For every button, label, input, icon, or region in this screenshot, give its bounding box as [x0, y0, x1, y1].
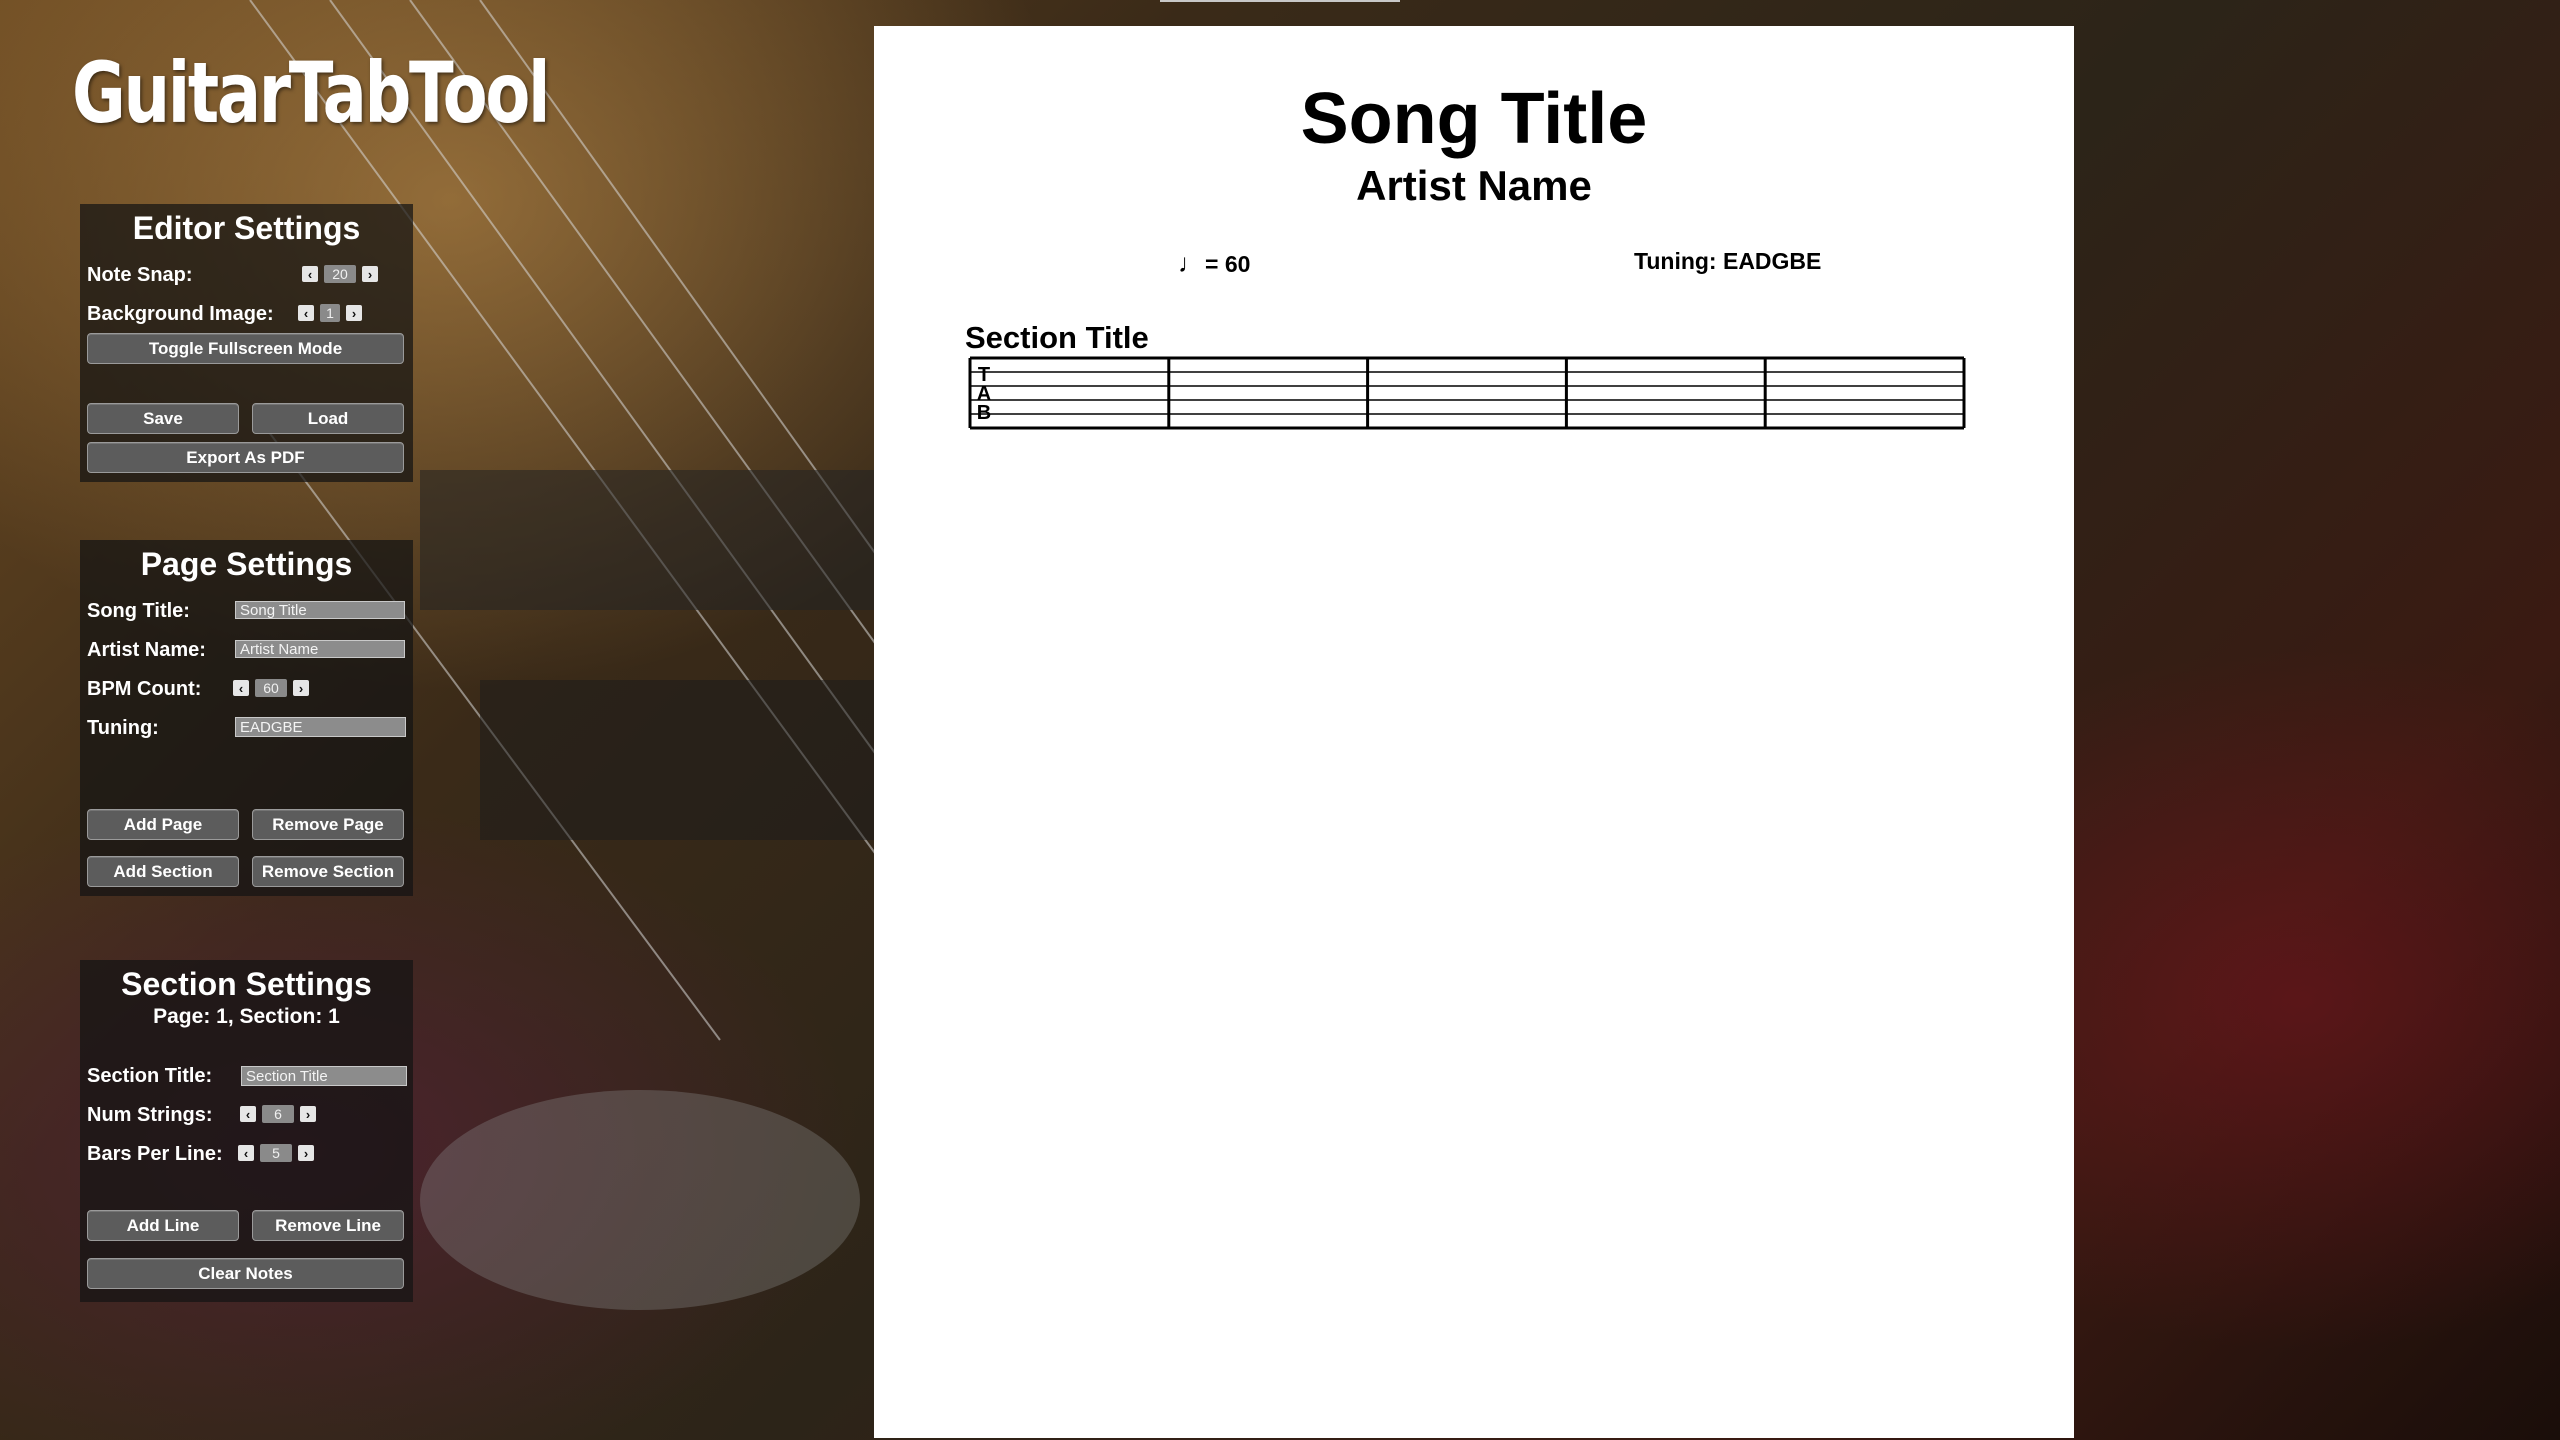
- bars-per-line-decrement-button[interactable]: ‹: [238, 1145, 254, 1161]
- section-title-label: Section Title:: [87, 1064, 213, 1087]
- section-title-input[interactable]: [241, 1066, 407, 1086]
- bpm-increment-button[interactable]: ›: [293, 680, 309, 696]
- background-image-value[interactable]: 1: [320, 304, 340, 322]
- bpm-value[interactable]: 60: [255, 679, 287, 697]
- editor-settings-title: Editor Settings: [132, 210, 361, 246]
- app-logo: GuitarTabTool: [72, 44, 550, 142]
- chevron-left-icon: ‹: [243, 1145, 249, 1161]
- bars-per-line-label: Bars Per Line:: [87, 1142, 223, 1165]
- note-snap-label: Note Snap:: [87, 263, 193, 286]
- top-tab-indicator: [1160, 0, 1400, 2]
- page-settings-title: Page Settings: [140, 546, 353, 582]
- section-settings-panel: Section Settings Page: 1, Section: 1 Sec…: [80, 960, 413, 1302]
- chevron-right-icon: ›: [305, 1106, 311, 1122]
- sheet-song-title: Song Title: [1300, 79, 1648, 159]
- bars-per-line-increment-button[interactable]: ›: [298, 1145, 314, 1161]
- num-strings-label: Num Strings:: [87, 1103, 213, 1126]
- artist-name-input[interactable]: [235, 640, 405, 658]
- remove-section-button[interactable]: Remove Section: [252, 856, 404, 887]
- chevron-left-icon: ‹: [245, 1106, 251, 1122]
- note-snap-decrement-button[interactable]: ‹: [302, 266, 318, 282]
- background-image-stepper: ‹ 1 ›: [298, 304, 362, 322]
- note-snap-increment-button[interactable]: ›: [362, 266, 378, 282]
- note-snap-stepper: ‹ 20 ›: [302, 265, 378, 283]
- bpm-decrement-button[interactable]: ‹: [233, 680, 249, 696]
- clear-notes-button[interactable]: Clear Notes: [87, 1258, 404, 1289]
- song-title-label: Song Title:: [87, 599, 190, 622]
- background-image-decrement-button[interactable]: ‹: [298, 305, 314, 321]
- tab-sheet-page[interactable]: Song Title Artist Name ♩ = 60 Tuning: EA…: [874, 26, 2074, 1438]
- editor-settings-panel: Editor Settings Note Snap: ‹ 20 › Backgr…: [80, 204, 413, 482]
- num-strings-stepper: ‹ 6 ›: [240, 1105, 316, 1123]
- tab-staff[interactable]: TAB: [964, 346, 1974, 442]
- sheet-tempo: ♩ = 60: [1178, 248, 1250, 279]
- add-page-button[interactable]: Add Page: [87, 809, 239, 840]
- artist-name-label: Artist Name:: [87, 638, 206, 661]
- chevron-right-icon: ›: [367, 266, 373, 282]
- num-strings-increment-button[interactable]: ›: [300, 1106, 316, 1122]
- sheet-tuning: Tuning: EADGBE: [1634, 248, 1822, 274]
- chevron-right-icon: ›: [303, 1145, 309, 1161]
- chevron-right-icon: ›: [298, 680, 304, 696]
- quarter-note-icon: ♩: [1178, 248, 1204, 278]
- background-image-label: Background Image:: [87, 302, 274, 325]
- sheet-artist-name: Artist Name: [1356, 162, 1592, 209]
- chevron-left-icon: ‹: [303, 305, 309, 321]
- chevron-left-icon: ‹: [307, 266, 313, 282]
- export-pdf-button[interactable]: Export As PDF: [87, 442, 404, 473]
- chevron-right-icon: ›: [351, 305, 357, 321]
- staff-lines: [970, 356, 1964, 430]
- save-button[interactable]: Save: [87, 403, 239, 434]
- note-snap-value[interactable]: 20: [324, 265, 356, 283]
- tuning-input[interactable]: [235, 717, 406, 737]
- bpm-stepper: ‹ 60 ›: [233, 679, 309, 697]
- section-location: Page: 1, Section: 1: [153, 1005, 340, 1028]
- tab-clef-letter: B: [977, 402, 991, 424]
- add-section-button[interactable]: Add Section: [87, 856, 239, 887]
- chevron-left-icon: ‹: [238, 680, 244, 696]
- bars-per-line-value[interactable]: 5: [260, 1144, 292, 1162]
- staff-barlines: [968, 358, 1966, 428]
- bpm-label: BPM Count:: [87, 677, 202, 700]
- load-button[interactable]: Load: [252, 403, 404, 434]
- background-image-increment-button[interactable]: ›: [346, 305, 362, 321]
- tuning-label: Tuning:: [87, 716, 159, 739]
- num-strings-value[interactable]: 6: [262, 1105, 294, 1123]
- tab-clef: TAB: [977, 364, 991, 424]
- section-settings-title: Section Settings: [121, 966, 372, 1002]
- toggle-fullscreen-button[interactable]: Toggle Fullscreen Mode: [87, 333, 404, 364]
- sheet-tempo-text: = 60: [1205, 251, 1251, 277]
- remove-page-button[interactable]: Remove Page: [252, 809, 404, 840]
- add-line-button[interactable]: Add Line: [87, 1210, 239, 1241]
- song-title-input[interactable]: [235, 601, 405, 619]
- page-settings-panel: Page Settings Song Title: Artist Name: B…: [80, 540, 413, 896]
- num-strings-decrement-button[interactable]: ‹: [240, 1106, 256, 1122]
- remove-line-button[interactable]: Remove Line: [252, 1210, 404, 1241]
- bars-per-line-stepper: ‹ 5 ›: [238, 1144, 314, 1162]
